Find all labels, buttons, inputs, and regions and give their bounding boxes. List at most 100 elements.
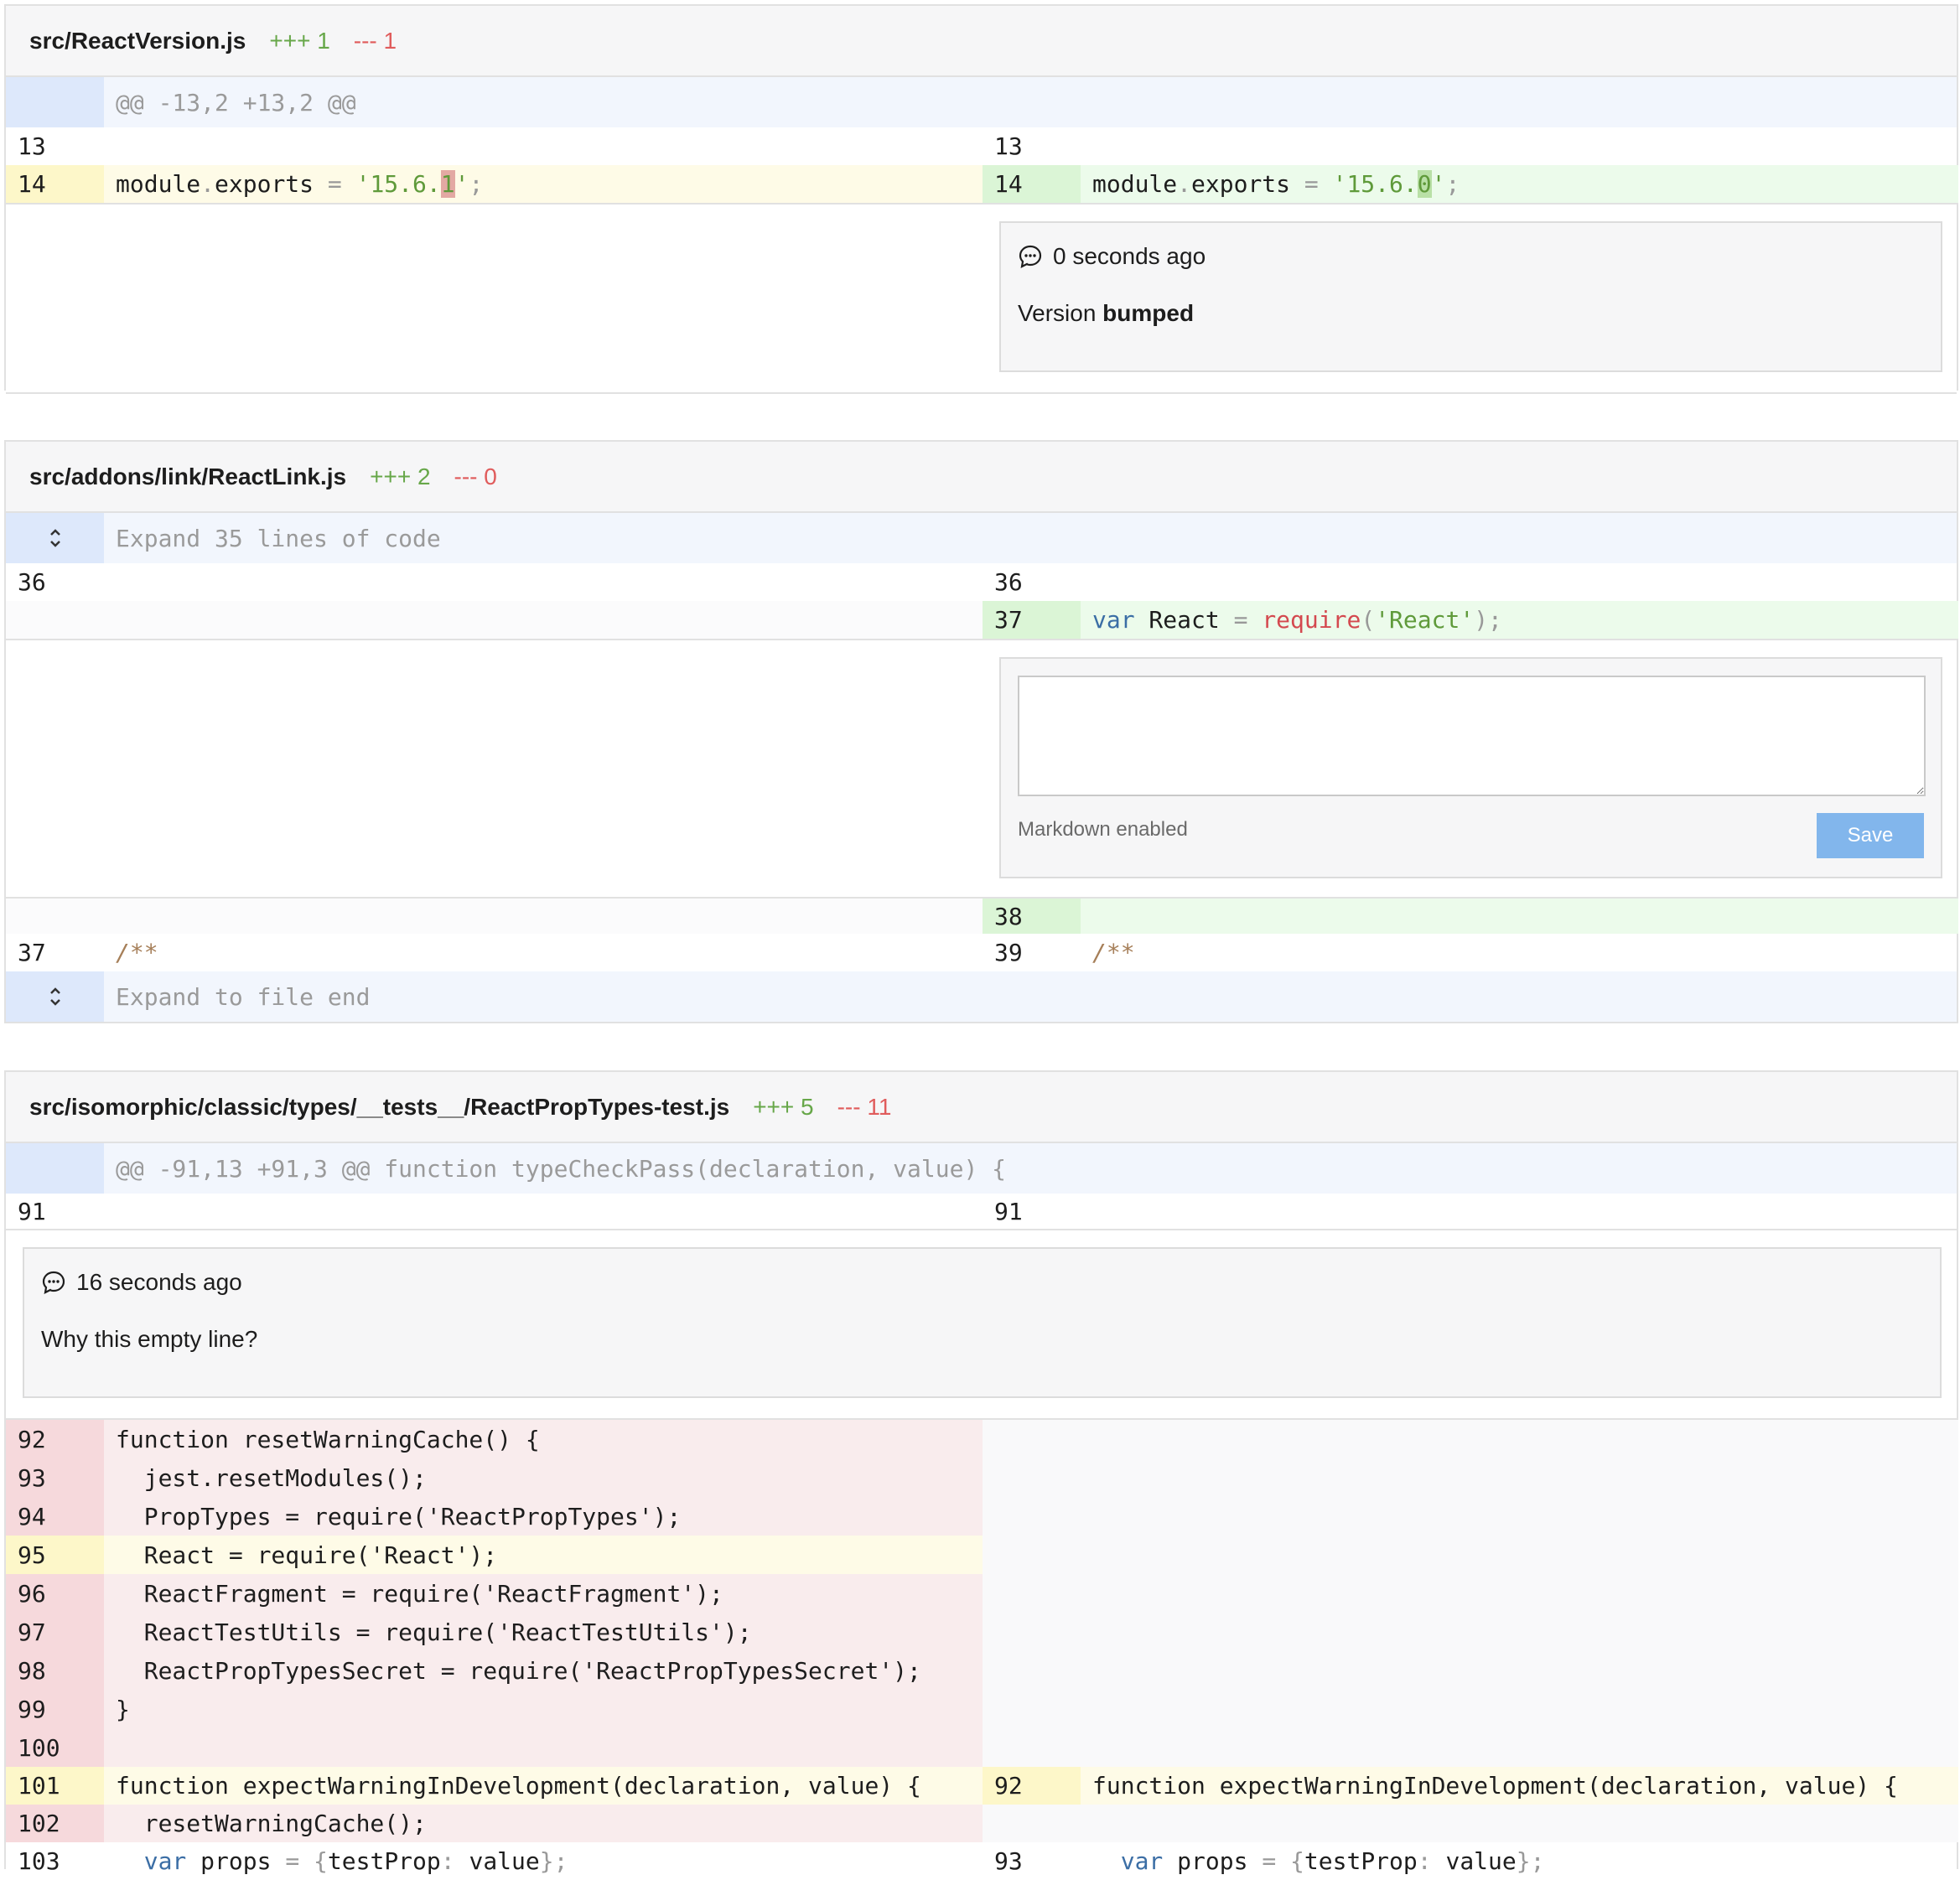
- deleted-block: 92 function resetWarningCache() {93 jest.…: [6, 1420, 1958, 1767]
- line-number-right[interactable]: 38: [983, 899, 1081, 934]
- line-number-left[interactable]: 93: [6, 1458, 104, 1497]
- comment-timestamp: 0 seconds ago: [1053, 243, 1206, 269]
- line-number-left[interactable]: 37: [6, 934, 104, 971]
- line-number-right[interactable]: 91: [983, 1194, 1081, 1229]
- deletions-count: --- 1: [353, 27, 397, 54]
- code-left-deleted: React = require('React');: [104, 1536, 983, 1574]
- diff-file-react-version: src/ReactVersion.js +++ 1 --- 1 @@ -13,2…: [4, 4, 1958, 394]
- code-left: [104, 563, 983, 601]
- deleted-lines: 92 function resetWarningCache() {93 jest.…: [6, 1420, 1957, 1767]
- diff-row-deleted: 100: [6, 1728, 1957, 1767]
- hunk-gutter: [6, 1143, 104, 1194]
- file-header[interactable]: src/ReactVersion.js +++ 1 --- 1: [6, 6, 1957, 77]
- line-number-left[interactable]: 36: [6, 563, 104, 601]
- diff-row-deleted: 102 resetWarningCache();: [6, 1805, 1958, 1842]
- line-number-left[interactable]: 13: [6, 127, 104, 165]
- file-path[interactable]: src/isomorphic/classic/types/__tests__/R…: [29, 1094, 729, 1121]
- hunk-gutter: [6, 77, 104, 127]
- file-path[interactable]: src/addons/link/ReactLink.js: [29, 464, 346, 490]
- comment-text: Why this empty line?: [41, 1326, 258, 1352]
- diff-row-deleted: 97 ReactTestUtils = require('ReactTestUt…: [6, 1613, 1957, 1651]
- code-left-deleted: resetWarningCache();: [104, 1805, 983, 1842]
- diff-row-modified: 14 module. exports = '15.6. 1 '; 14 module.…: [6, 165, 1958, 203]
- line-number-right[interactable]: 92: [983, 1767, 1081, 1805]
- line-number-left[interactable]: 14: [6, 165, 104, 203]
- diff-row-deleted: 95 React = require('React');: [6, 1536, 1957, 1574]
- code-left: var props = {testProp: value};: [143, 1847, 568, 1875]
- line-number-left[interactable]: 96: [6, 1574, 104, 1613]
- expand-to-end-row[interactable]: Expand to file end: [6, 971, 1957, 1022]
- comment-textarea[interactable]: [1018, 676, 1926, 796]
- line-number-right[interactable]: 13: [983, 127, 1081, 165]
- line-number-left[interactable]: 99: [6, 1690, 104, 1728]
- file-path[interactable]: src/ReactVersion.js: [29, 28, 246, 54]
- code-right-added: module. exports = '15.6. 0 ';: [1081, 165, 1958, 203]
- line-number-left[interactable]: 100: [6, 1728, 104, 1767]
- code-right: var props = {testProp: value};: [1120, 1847, 1545, 1875]
- code-left-deleted: jest.resetModules();: [104, 1458, 983, 1497]
- line-number-left[interactable]: 92: [6, 1420, 104, 1458]
- diff-row-modified: 101 function expectWarningInDevelopment(…: [6, 1767, 1958, 1805]
- comment-box: 16 seconds ago Why this empty line?: [23, 1247, 1942, 1398]
- line-number-left[interactable]: 103: [6, 1842, 104, 1880]
- comment-thread-area: 16 seconds ago Why this empty line?: [6, 1229, 1957, 1420]
- chat-bubble-icon: [1019, 245, 1042, 268]
- expand-chevrons-icon: [49, 529, 60, 547]
- code-left-deleted: }: [104, 1690, 983, 1728]
- chat-bubble-icon: [42, 1271, 65, 1294]
- code-left: [104, 127, 983, 165]
- expand-button[interactable]: [6, 971, 104, 1022]
- comment-timestamp: 16 seconds ago: [76, 1269, 242, 1295]
- diff-row-deleted: 93 jest.resetModules();: [6, 1458, 1957, 1497]
- line-number-left[interactable]: 102: [6, 1805, 104, 1842]
- code-left-empty: [104, 899, 983, 934]
- line-number-right[interactable]: 36: [983, 563, 1081, 601]
- line-number-left[interactable]: 97: [6, 1613, 104, 1651]
- file-header[interactable]: src/isomorphic/classic/types/__tests__/R…: [6, 1072, 1957, 1143]
- expand-button[interactable]: [6, 513, 104, 563]
- line-number-left[interactable]: 91: [6, 1194, 104, 1229]
- code-right: [1081, 1194, 1958, 1229]
- code-left: /**: [116, 939, 158, 966]
- hunk-header-text: @@ -91,13 +91,3 @@ function typeCheckPas…: [116, 1154, 1007, 1183]
- code-left-deleted: ReactFragment = require('ReactFragment')…: [104, 1574, 983, 1613]
- hunk-header: @@ -91,13 +91,3 @@ function typeCheckPas…: [6, 1143, 1957, 1194]
- diff-row-deleted: 92 function resetWarningCache() {: [6, 1420, 1957, 1458]
- line-number-left[interactable]: 95: [6, 1536, 104, 1574]
- expand-lines-row[interactable]: Expand 35 lines of code: [6, 513, 1957, 563]
- new-comment-form: Markdown enabled Save: [999, 657, 1942, 878]
- line-number-left[interactable]: 101: [6, 1767, 104, 1805]
- additions-count: +++ 1: [269, 27, 330, 54]
- code-right: [1081, 127, 1958, 165]
- file-header[interactable]: src/addons/link/ReactLink.js +++ 2 --- 0: [6, 442, 1957, 513]
- code-left-modified: module. exports = '15.6. 1 ';: [104, 165, 983, 203]
- hunk-header: @@ -13,2 +13,2 @@: [6, 77, 1957, 127]
- line-number-right[interactable]: 37: [983, 601, 1081, 639]
- comment-meta: 16 seconds ago: [41, 1269, 242, 1296]
- diff-row-deleted: 99}: [6, 1690, 1957, 1728]
- code-left-deleted: function resetWarningCache() {: [104, 1420, 983, 1458]
- deletions-count: --- 0: [454, 463, 497, 489]
- line-number-right-empty: [983, 1805, 1081, 1842]
- code-left-empty: [104, 601, 983, 639]
- code-left-deleted: [104, 1728, 983, 1767]
- code-left-modified: function expectWarningInDevelopment(decl…: [104, 1767, 983, 1805]
- line-number-right[interactable]: 14: [983, 165, 1081, 203]
- line-number-right[interactable]: 39: [983, 934, 1081, 971]
- comment-box: 0 seconds ago Version bumped: [999, 221, 1942, 372]
- comment-thread-area: 0 seconds ago Version bumped: [6, 203, 1957, 394]
- diff-row-deleted: 96 ReactFragment = require('ReactFragmen…: [6, 1574, 1957, 1613]
- line-number-left[interactable]: 94: [6, 1497, 104, 1536]
- code-left: [104, 1194, 983, 1229]
- diff-row-added: 38: [6, 899, 1958, 934]
- additions-count: +++ 2: [370, 463, 431, 489]
- save-button[interactable]: Save: [1817, 813, 1924, 858]
- expand-lines-label[interactable]: Expand 35 lines of code: [104, 513, 441, 563]
- line-number-left[interactable]: 98: [6, 1651, 104, 1690]
- diff-row: 91 91: [6, 1194, 1957, 1229]
- diff-row: 37 /** 39 /**: [6, 934, 1957, 971]
- comment-meta: 0 seconds ago: [1018, 243, 1206, 270]
- line-number-right[interactable]: 93: [983, 1842, 1081, 1880]
- code-right-added: [1081, 899, 1958, 934]
- expand-to-end-label[interactable]: Expand to file end: [104, 971, 370, 1022]
